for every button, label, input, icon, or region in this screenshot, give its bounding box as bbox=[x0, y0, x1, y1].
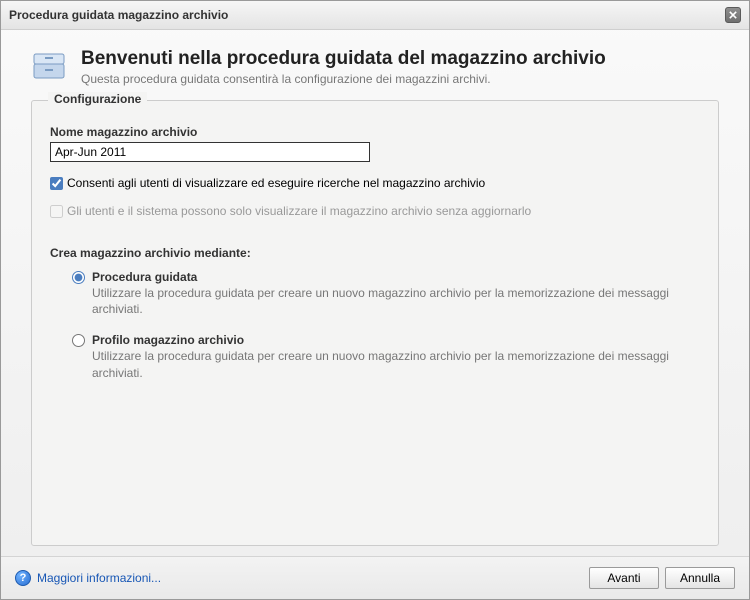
radio-profile[interactable] bbox=[72, 334, 85, 347]
page-subheading: Questa procedura guidata consentirà la c… bbox=[81, 72, 606, 86]
radio-profile-label: Profilo magazzino archivio bbox=[92, 333, 700, 347]
configuration-fieldset: Configurazione Nome magazzino archivio C… bbox=[31, 100, 719, 546]
allow-search-checkbox[interactable] bbox=[50, 177, 63, 190]
radio-wizard[interactable] bbox=[72, 271, 85, 284]
create-using-radio-group: Procedura guidata Utilizzare la procedur… bbox=[50, 270, 700, 381]
footer: ? Maggiori informazioni... Avanti Annull… bbox=[1, 556, 749, 599]
readonly-checkbox bbox=[50, 205, 63, 218]
radio-wizard-desc: Utilizzare la procedura guidata per crea… bbox=[92, 285, 700, 317]
radio-option-wizard[interactable]: Procedura guidata Utilizzare la procedur… bbox=[92, 270, 700, 317]
close-button[interactable] bbox=[725, 7, 741, 23]
fieldset-legend: Configurazione bbox=[48, 92, 147, 106]
wizard-dialog: Procedura guidata magazzino archivio Ben… bbox=[0, 0, 750, 600]
readonly-row: Gli utenti e il sistema possono solo vis… bbox=[50, 204, 700, 218]
titlebar: Procedura guidata magazzino archivio bbox=[1, 1, 749, 30]
archive-store-icon bbox=[31, 48, 67, 84]
header-text: Benvenuti nella procedura guidata del ma… bbox=[81, 48, 606, 86]
page-heading: Benvenuti nella procedura guidata del ma… bbox=[81, 48, 606, 70]
help-icon[interactable]: ? bbox=[15, 570, 31, 586]
store-name-input[interactable] bbox=[50, 142, 370, 162]
window-title: Procedura guidata magazzino archivio bbox=[9, 8, 228, 22]
store-name-label: Nome magazzino archivio bbox=[50, 125, 700, 139]
header: Benvenuti nella procedura guidata del ma… bbox=[1, 30, 749, 94]
radio-option-profile[interactable]: Profilo magazzino archivio Utilizzare la… bbox=[92, 333, 700, 380]
allow-search-row[interactable]: Consenti agli utenti di visualizzare ed … bbox=[50, 176, 700, 190]
close-icon bbox=[729, 11, 737, 19]
allow-search-label: Consenti agli utenti di visualizzare ed … bbox=[67, 176, 485, 190]
content-area: Configurazione Nome magazzino archivio C… bbox=[1, 94, 749, 556]
help-link[interactable]: Maggiori informazioni... bbox=[37, 571, 161, 585]
radio-profile-desc: Utilizzare la procedura guidata per crea… bbox=[92, 348, 700, 380]
readonly-label: Gli utenti e il sistema possono solo vis… bbox=[67, 204, 531, 218]
next-button[interactable]: Avanti bbox=[589, 567, 659, 589]
radio-wizard-label: Procedura guidata bbox=[92, 270, 700, 284]
cancel-button[interactable]: Annulla bbox=[665, 567, 735, 589]
create-using-label: Crea magazzino archivio mediante: bbox=[50, 246, 700, 260]
